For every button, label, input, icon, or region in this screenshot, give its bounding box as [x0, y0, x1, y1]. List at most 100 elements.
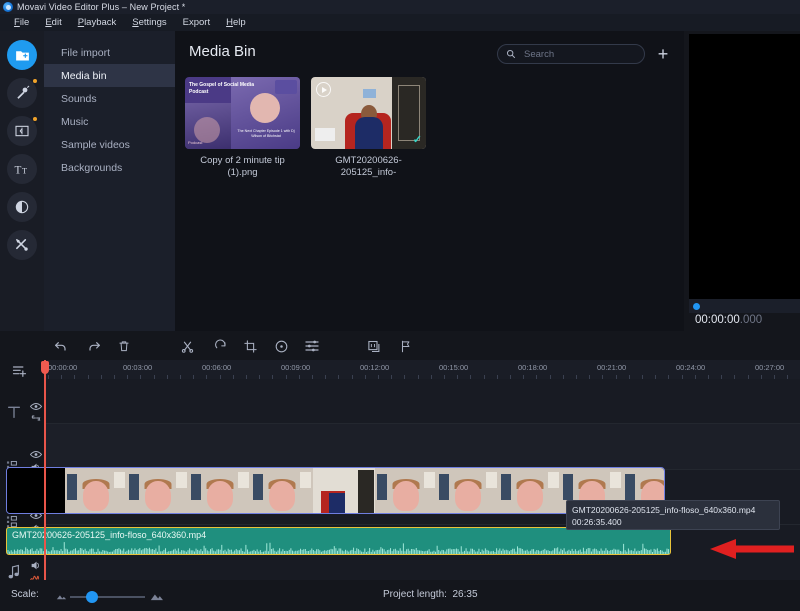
play-circle-icon[interactable] — [316, 82, 331, 97]
nav-item-media-bin[interactable]: Media bin — [44, 64, 175, 87]
search-icon — [506, 49, 516, 59]
tool-rail: T T — [0, 31, 44, 331]
tooltip-duration: 00:26:35.400 — [572, 516, 774, 528]
svg-text:T: T — [15, 165, 22, 177]
nav-item-sample-videos[interactable]: Sample videos — [44, 133, 175, 156]
media-item[interactable]: The Gospel of Social Media Podcast The N… — [185, 77, 300, 179]
transitions-icon — [14, 123, 30, 139]
track-header-titles[interactable] — [0, 398, 44, 422]
nav-item-file-import[interactable]: File import — [44, 41, 175, 64]
eye-icon[interactable] — [30, 450, 42, 459]
media-thumbnail[interactable]: The Gospel of Social Media Podcast The N… — [185, 77, 300, 149]
playhead-handle[interactable] — [41, 361, 49, 374]
clip-frame — [313, 468, 375, 513]
titles-icon: T T — [13, 160, 31, 178]
scale-large-icon[interactable] — [150, 592, 163, 601]
undo-button[interactable] — [52, 337, 70, 355]
clip-frame — [65, 468, 127, 513]
svg-text:T: T — [22, 167, 27, 176]
ruler-tick: 00:03:00 — [123, 363, 152, 372]
nav-item-music[interactable]: Music — [44, 110, 175, 133]
crop-button[interactable] — [241, 337, 259, 355]
timeline-ruler[interactable]: 00:00:00 00:03:00 00:06:00 00:09:00 00:1… — [44, 360, 800, 379]
trash-icon — [117, 339, 131, 353]
marker-button[interactable] — [397, 337, 415, 355]
clip-properties-button[interactable] — [365, 337, 383, 355]
menu-bar: File Edit Playback Settings Export Help — [0, 14, 800, 31]
project-length-value: 26:35 — [453, 589, 478, 600]
audio-clip-label: GMT20200626-205125_info-floso_640x360.mp… — [12, 530, 206, 540]
speaker-icon[interactable] — [30, 560, 42, 571]
track-controls — [27, 398, 44, 422]
media-nav-list: File import Media bin Sounds Music Sampl… — [44, 31, 175, 331]
track-lane-video-1[interactable] — [44, 424, 800, 469]
clip-frame — [251, 468, 313, 513]
scrub-handle-icon[interactable] — [693, 303, 700, 310]
audio-waveform-icon — [7, 539, 670, 554]
rail-item-tools[interactable] — [7, 230, 37, 260]
media-bin-title: Media Bin — [189, 43, 256, 60]
color-adjust-button[interactable] — [272, 337, 290, 355]
thumbnail-note — [315, 128, 335, 141]
project-length: Project length: 26:35 — [383, 589, 478, 600]
preview-timecode: 00:00:00.000 — [695, 314, 762, 326]
menu-file[interactable]: File — [6, 15, 37, 30]
clip-frame — [127, 468, 189, 513]
clip-tooltip: GMT20200626-205125_info-floso_640x360.mp… — [566, 500, 780, 530]
preview-video-area[interactable] — [689, 34, 800, 299]
timeline-panel: 00:00:00 00:03:00 00:06:00 00:09:00 00:1… — [0, 331, 800, 580]
project-length-label: Project length: — [383, 589, 447, 600]
preview-scrub-bar[interactable] — [689, 299, 800, 313]
media-bin-grid: The Gospel of Social Media Podcast The N… — [185, 77, 426, 179]
scale-small-icon[interactable] — [56, 593, 67, 600]
menu-playback[interactable]: Playback — [70, 15, 125, 30]
window-title: Movavi Video Editor Plus – New Project * — [17, 2, 185, 12]
playhead-line — [44, 360, 46, 580]
link-icon[interactable] — [30, 414, 42, 422]
tooltip-filename: GMT20200626-205125_info-floso_640x360.mp… — [572, 504, 774, 516]
nav-item-sounds[interactable]: Sounds — [44, 87, 175, 110]
scale-slider[interactable] — [70, 596, 145, 598]
audio-clip[interactable]: GMT20200626-205125_info-floso_640x360.mp… — [6, 527, 671, 555]
add-track-button[interactable] — [11, 363, 28, 384]
import-media-icon — [14, 47, 31, 64]
thumbnail-face — [250, 93, 280, 123]
timecode-main: 00:00:00 — [695, 314, 740, 326]
rotate-button[interactable] — [211, 337, 229, 355]
add-media-button[interactable]: + — [653, 44, 673, 64]
eye-icon[interactable] — [30, 402, 42, 411]
ruler-tick: 00:24:00 — [676, 363, 705, 372]
rail-item-import-media[interactable] — [7, 40, 37, 70]
ruler-tick: 00:15:00 — [439, 363, 468, 372]
media-thumbnail[interactable]: ✓ — [311, 77, 426, 149]
rail-item-magic-wand[interactable] — [7, 78, 37, 108]
track-header-audio[interactable] — [0, 556, 44, 583]
nav-item-backgrounds[interactable]: Backgrounds — [44, 156, 175, 179]
cut-button[interactable] — [178, 337, 196, 355]
properties-button[interactable] — [303, 337, 321, 355]
menu-settings[interactable]: Settings — [124, 15, 174, 30]
clip-frame — [437, 468, 499, 513]
rail-item-filters[interactable] — [7, 192, 37, 222]
ruler-tick: 00:00:00 — [48, 363, 77, 372]
media-item-label: GMT20200626-205125_info- — [311, 155, 426, 179]
search-placeholder: Search — [524, 49, 554, 60]
rail-item-titles[interactable]: T T — [7, 154, 37, 184]
check-icon: ✓ — [413, 135, 422, 146]
menu-help[interactable]: Help — [218, 15, 254, 30]
rail-item-transitions[interactable] — [7, 116, 37, 146]
clip-frame — [7, 468, 65, 513]
flag-icon — [399, 339, 413, 354]
menu-export[interactable]: Export — [175, 15, 218, 30]
sliders-icon — [304, 338, 320, 354]
scale-slider-knob[interactable] — [86, 591, 98, 603]
track-controls — [27, 556, 44, 583]
redo-icon — [86, 338, 102, 354]
movavi-video-editor-window: Movavi Video Editor Plus – New Project *… — [0, 0, 800, 611]
media-item[interactable]: ✓ GMT20200626-205125_info- — [311, 77, 426, 179]
search-input[interactable]: Search — [497, 44, 645, 64]
delete-button[interactable] — [115, 337, 133, 355]
redo-button[interactable] — [85, 337, 103, 355]
menu-edit[interactable]: Edit — [37, 15, 69, 30]
music-note-icon — [0, 556, 27, 583]
